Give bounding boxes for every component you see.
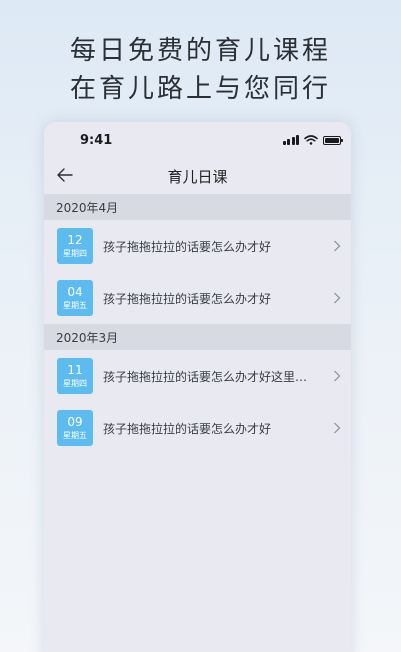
- date-badge: 12 星期四: [57, 228, 93, 264]
- promo-line-2: 在育儿路上与您同行: [69, 74, 331, 104]
- list-item[interactable]: 09 星期五 孩子拖拖拉拉的话要怎么办才好: [44, 402, 351, 454]
- date-weekday: 星期四: [63, 378, 87, 388]
- date-day: 09: [67, 414, 83, 429]
- list-item[interactable]: 11 星期四 孩子拖拖拉拉的话要怎么办才好这里给…: [44, 350, 351, 402]
- status-icons: [282, 135, 343, 145]
- promo-heading: 每日免费的育儿课程 在育儿路上与您同行: [0, 32, 401, 108]
- chevron-right-icon: [334, 292, 341, 304]
- date-day: 04: [67, 284, 83, 299]
- list-item[interactable]: 12 星期四 孩子拖拖拉拉的话要怎么办才好: [44, 220, 351, 272]
- nav-bar: 育儿日课: [44, 158, 351, 194]
- section-april: 2020年4月 12 星期四 孩子拖拖拉拉的话要怎么办才好 04 星期五 孩子拖…: [44, 194, 351, 324]
- chevron-right-icon: [334, 240, 341, 252]
- date-weekday: 星期五: [63, 430, 87, 440]
- wifi-icon: [304, 135, 318, 145]
- page-title: 育儿日课: [167, 167, 228, 186]
- cellular-signal-icon: [282, 135, 299, 145]
- status-bar: 9:41: [44, 122, 351, 158]
- list-item-title: 孩子拖拖拉拉的话要怎么办才好: [103, 239, 272, 254]
- back-arrow-icon[interactable]: [56, 166, 74, 184]
- list-item[interactable]: 04 星期五 孩子拖拖拉拉的话要怎么办才好: [44, 272, 351, 324]
- phone-screen: 9:41 育儿日课 2020年4月 12 星期四 孩子拖拖拉拉的话要怎么办才好: [44, 122, 351, 652]
- date-weekday: 星期四: [63, 248, 87, 258]
- date-day: 12: [67, 232, 83, 247]
- list-item-title: 孩子拖拖拉拉的话要怎么办才好: [103, 291, 272, 306]
- status-time: 9:41: [80, 132, 113, 148]
- date-badge: 11 星期四: [57, 358, 93, 394]
- list-item-title: 孩子拖拖拉拉的话要怎么办才好这里给…: [103, 369, 313, 384]
- section-header: 2020年3月: [44, 324, 351, 350]
- section-march: 2020年3月 11 星期四 孩子拖拖拉拉的话要怎么办才好这里给… 09 星期五…: [44, 324, 351, 454]
- date-badge: 09 星期五: [57, 410, 93, 446]
- battery-icon: [323, 135, 343, 145]
- section-header: 2020年4月: [44, 194, 351, 220]
- date-weekday: 星期五: [63, 300, 87, 310]
- chevron-right-icon: [334, 370, 341, 382]
- date-day: 11: [67, 362, 83, 377]
- list-item-title: 孩子拖拖拉拉的话要怎么办才好: [103, 421, 272, 436]
- date-badge: 04 星期五: [57, 280, 93, 316]
- chevron-right-icon: [334, 422, 341, 434]
- promo-line-1: 每日免费的育儿课程: [69, 36, 331, 66]
